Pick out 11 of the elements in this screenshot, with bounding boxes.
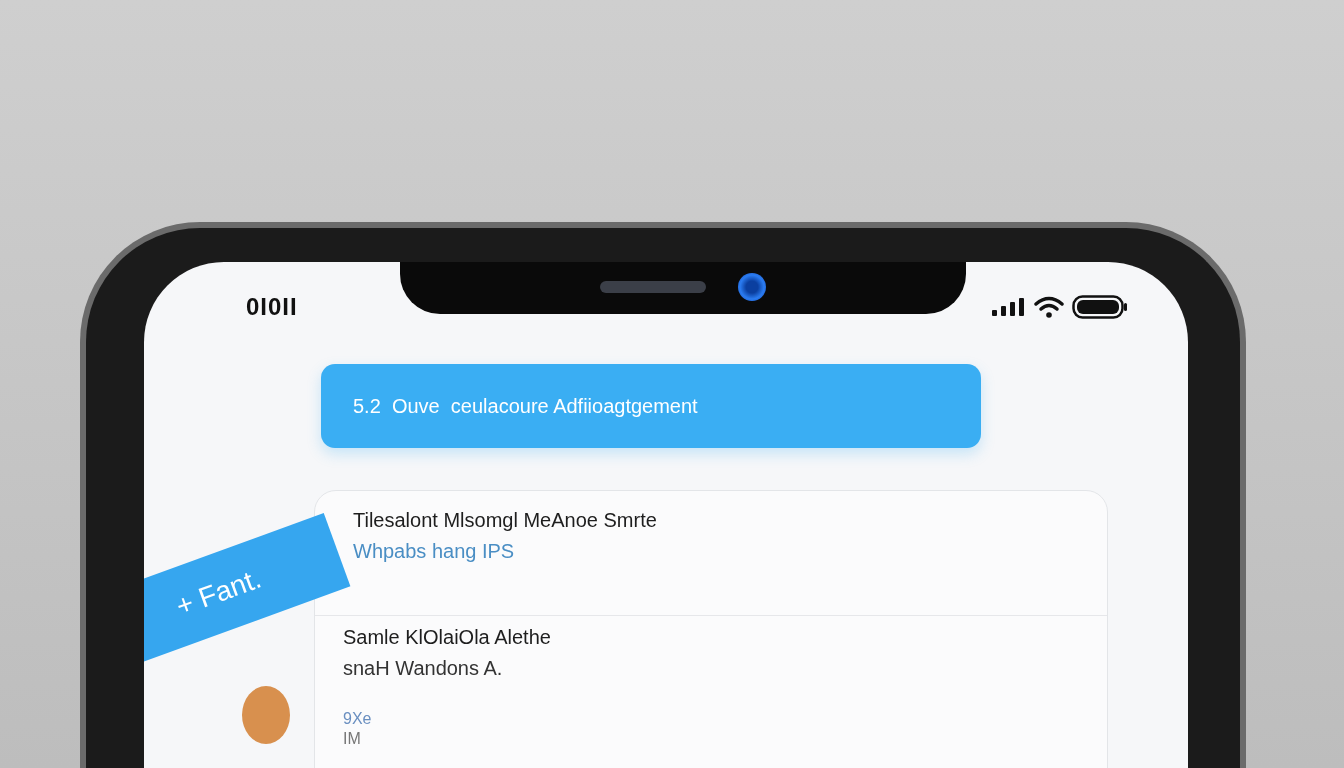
battery-icon <box>1072 295 1128 319</box>
status-time: 0I0II <box>246 293 298 321</box>
item-subtitle[interactable]: Whpabs hang IPS <box>353 540 1081 563</box>
banner-title: 5.2 Ouve ceulacoure Adfiioagtgement <box>353 394 698 418</box>
camera-icon <box>738 273 766 301</box>
avatar-placeholder <box>242 686 290 744</box>
signal-icon <box>992 298 1026 316</box>
item-title: Tilesalont Mlsomgl MeAnoe Smrte <box>353 509 658 532</box>
wifi-icon <box>1034 296 1064 318</box>
item-subtitle: IM <box>343 730 362 748</box>
item-title: 9Xe <box>343 710 373 728</box>
